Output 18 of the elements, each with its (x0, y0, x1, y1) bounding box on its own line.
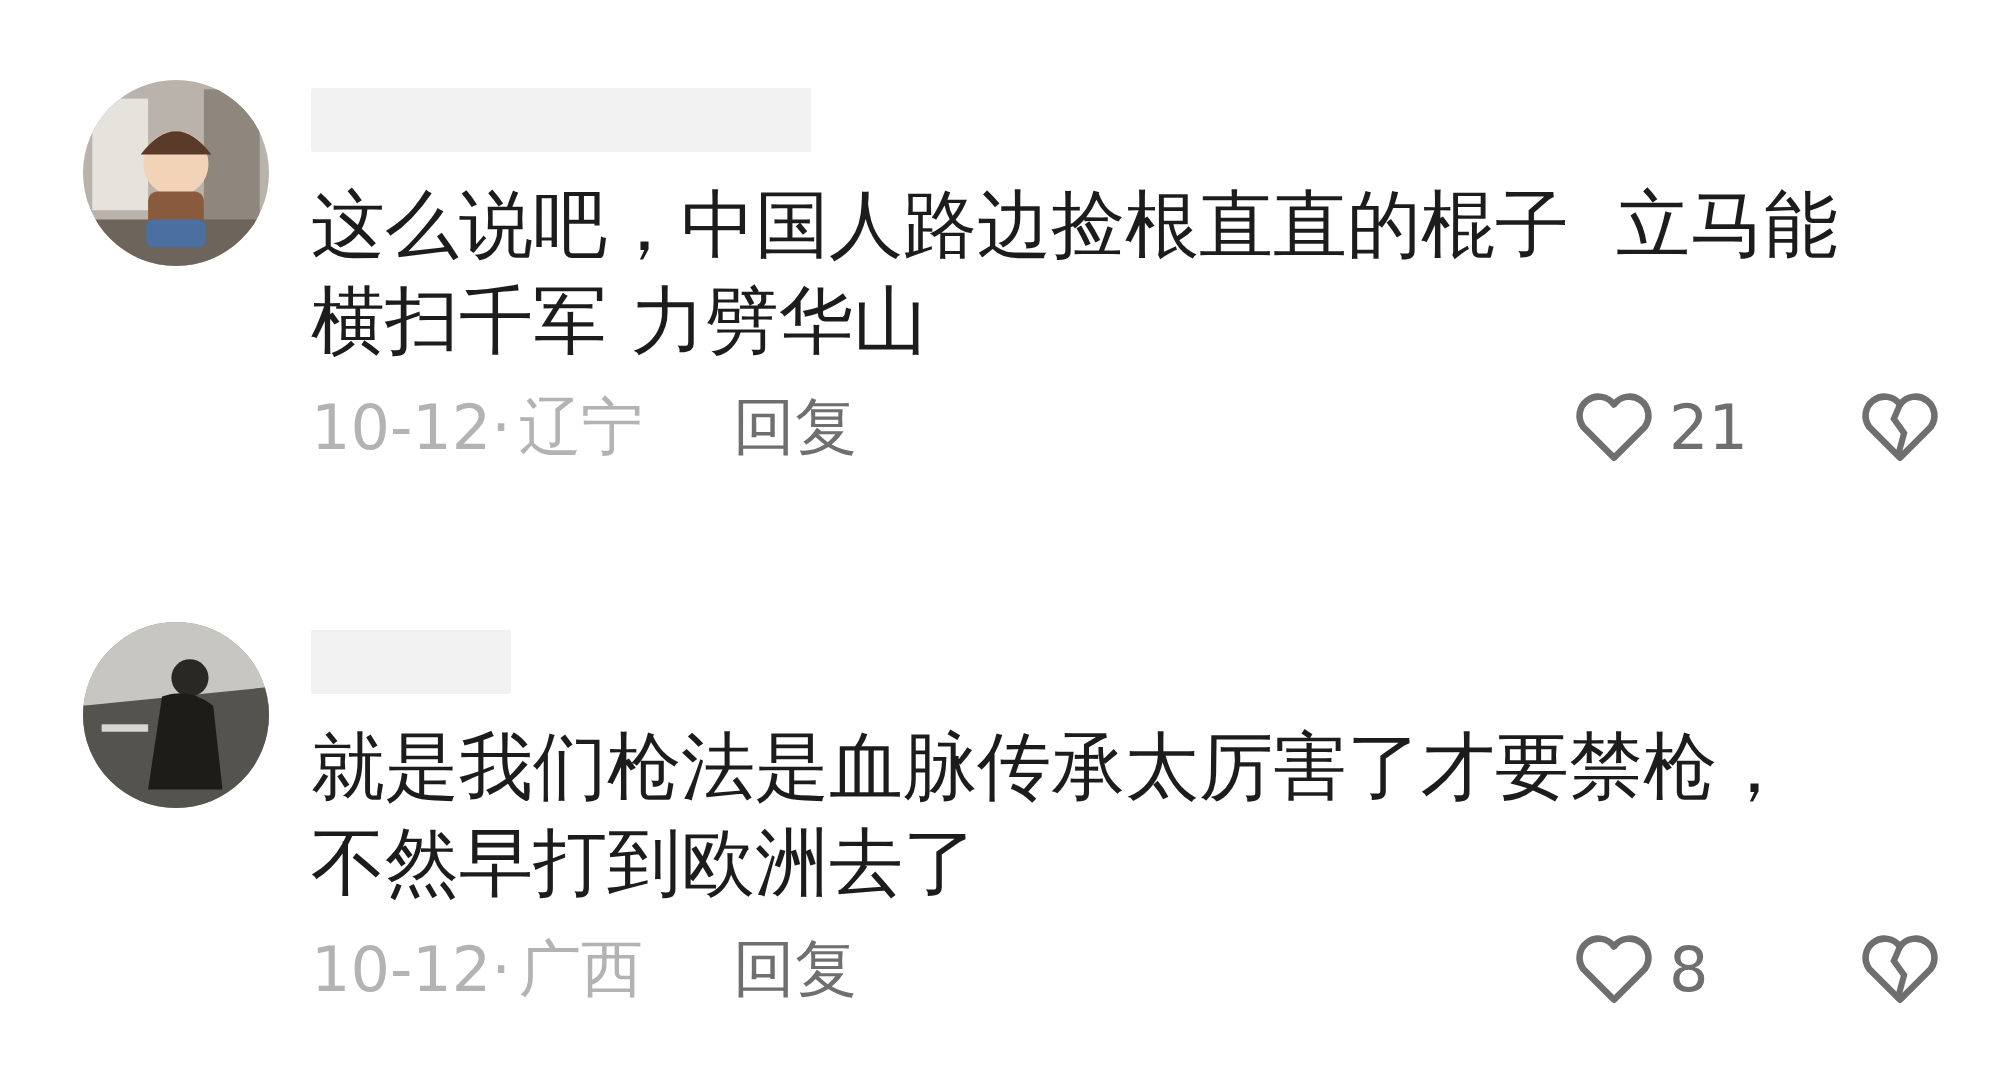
like-button[interactable]: 21 (1573, 390, 1859, 464)
comment-line: 不然早打到欧洲去了 (311, 818, 977, 907)
comment-line: 这么说吧，中国人路边捡根直直的棍子 立马能 (311, 180, 1839, 269)
broken-heart-icon (1859, 390, 1941, 464)
heart-icon (1573, 932, 1655, 1006)
reply-button[interactable]: 回复 (732, 927, 857, 1011)
broken-heart-button[interactable] (1859, 390, 1941, 464)
broken-heart-icon (1859, 932, 1941, 1006)
like-button[interactable]: 8 (1573, 932, 1859, 1006)
reply-button[interactable]: 回复 (732, 385, 857, 469)
comment-date: 10-12· (311, 932, 511, 1006)
heart-icon (1573, 390, 1655, 464)
broken-heart-button[interactable] (1859, 932, 1941, 1006)
comment-location: 辽宁 (518, 389, 643, 465)
comment-location: 广西 (518, 931, 643, 1007)
comment-line: 就是我们枪法是血脉传承太厉害了才要禁枪， (311, 722, 1791, 811)
comment-date: 10-12· (311, 390, 511, 464)
comment-line: 横扫千军 力劈华山 (311, 276, 927, 365)
